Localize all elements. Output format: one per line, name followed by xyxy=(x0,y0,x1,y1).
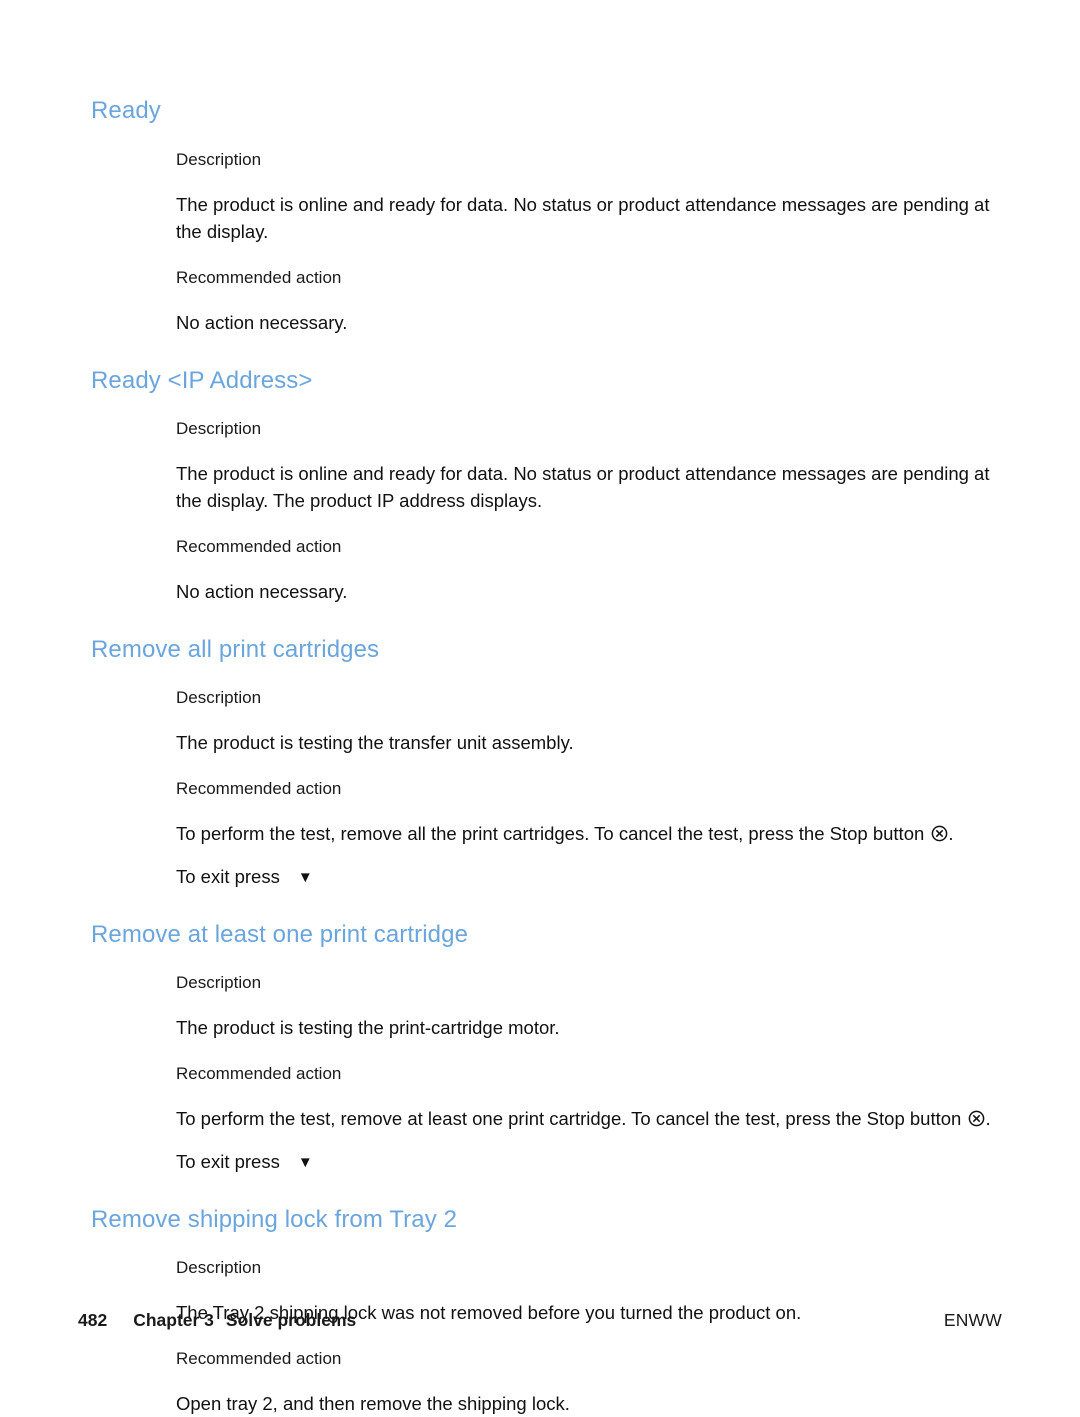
section-heading: Remove shipping lock from Tray 2 xyxy=(91,1206,458,1233)
recommended-action-text: To perform the test, remove at least one… xyxy=(176,1105,991,1132)
recommended-action-text: No action necessary. xyxy=(176,312,348,333)
recommended-action-label: Recommended action xyxy=(176,779,342,798)
footer-page-number: 482 xyxy=(78,1309,108,1330)
recommended-action-label: Recommended action xyxy=(176,1064,342,1083)
action-text-part2: button xyxy=(904,1108,967,1129)
recommended-action-text: Open tray 2, and then remove the shippin… xyxy=(176,1393,570,1414)
down-triangle-icon: ▼ xyxy=(297,869,313,886)
action-text-part2: button xyxy=(867,823,930,844)
section-remove-at-least-one-print-cartridge: Remove at least one print cartridge Desc… xyxy=(91,920,991,1175)
footer-chapter-title: Solve problems xyxy=(225,1309,357,1330)
stop-circle-x-icon xyxy=(931,825,948,842)
section-heading: Remove at least one print cartridge xyxy=(91,921,469,948)
recommended-action-text: No action necessary. xyxy=(176,581,348,602)
action-text-part1: To perform the test, remove all the prin… xyxy=(176,823,830,844)
section-body: Description The product is testing the t… xyxy=(176,687,991,890)
section-remove-all-print-cartridges: Remove all print cartridges Description … xyxy=(91,635,991,890)
recommended-action-label: Recommended action xyxy=(176,268,342,287)
stop-button-name: Stop xyxy=(866,1108,905,1129)
description-text: The product is testing the transfer unit… xyxy=(176,732,574,753)
stop-button-name: Stop xyxy=(829,823,868,844)
action-text-end: . xyxy=(948,823,954,844)
description-text: The product is online and ready for data… xyxy=(176,463,990,511)
footer-left-group: 482 Chapter 3 Solve problems xyxy=(78,1310,356,1331)
section-ready: Ready Description The product is online … xyxy=(91,96,991,336)
page-footer: 482 Chapter 3 Solve problems ENWW xyxy=(78,1305,1002,1335)
stop-circle-x-icon xyxy=(968,1110,985,1127)
recommended-action-label: Recommended action xyxy=(176,1349,342,1368)
section-heading: Ready xyxy=(91,97,161,124)
exit-instruction: To exit press ▼ xyxy=(176,1148,991,1175)
description-text: The product is testing the print-cartrid… xyxy=(176,1017,560,1038)
section-body: Description The product is online and re… xyxy=(176,418,991,605)
footer-chapter-label: Chapter 3 xyxy=(133,1309,214,1330)
recommended-action-text: To perform the test, remove all the prin… xyxy=(176,820,991,847)
footer-edition-code: ENWW xyxy=(943,1309,1002,1330)
section-heading: Remove all print cartridges xyxy=(91,636,380,663)
page-content: Ready Description The product is online … xyxy=(91,96,991,1417)
document-page: Ready Description The product is online … xyxy=(0,0,1080,1414)
exit-instruction-text: To exit press xyxy=(176,1151,280,1172)
description-label: Description xyxy=(176,419,262,438)
description-text: The product is online and ready for data… xyxy=(176,194,990,242)
description-label: Description xyxy=(176,688,262,707)
action-text-end: . xyxy=(985,1108,991,1129)
section-ready-ip-address: Ready <IP Address> Description The produ… xyxy=(91,366,991,605)
description-label: Description xyxy=(176,150,262,169)
section-body: Description The product is online and re… xyxy=(176,149,991,336)
section-body: Description The product is testing the p… xyxy=(176,972,991,1175)
exit-instruction: To exit press ▼ xyxy=(176,863,991,890)
action-text-part1: To perform the test, remove at least one… xyxy=(176,1108,867,1129)
recommended-action-label: Recommended action xyxy=(176,537,342,556)
description-label: Description xyxy=(176,973,262,992)
down-triangle-icon: ▼ xyxy=(297,1154,313,1171)
section-heading: Ready <IP Address> xyxy=(91,367,313,394)
description-label: Description xyxy=(176,1258,262,1277)
exit-instruction-text: To exit press xyxy=(176,866,280,887)
section-body: Description The Tray 2 shipping lock was… xyxy=(176,1257,991,1417)
